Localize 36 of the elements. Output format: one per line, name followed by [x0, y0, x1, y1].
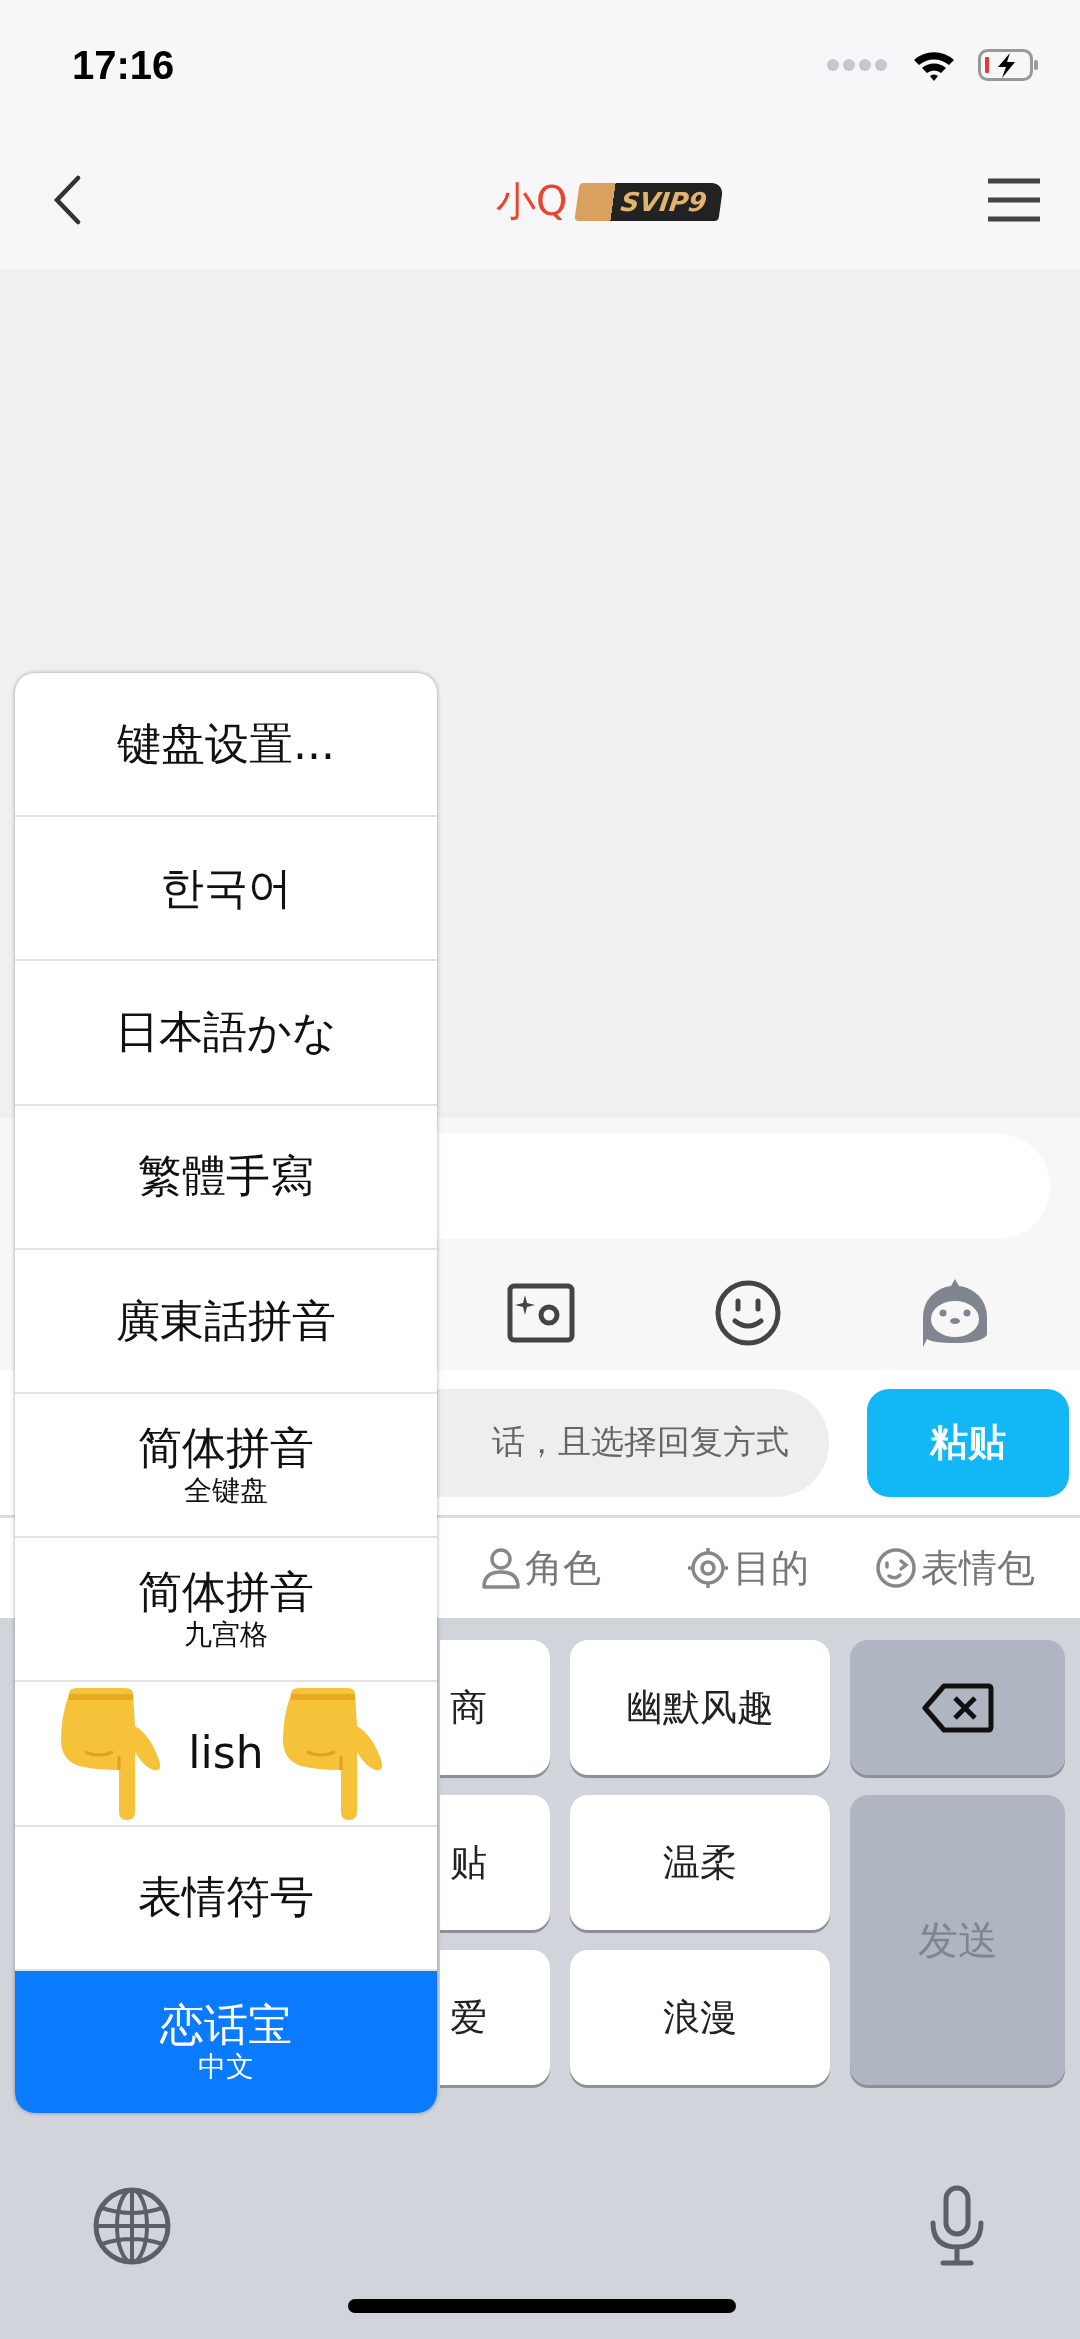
menu-item[interactable]: 恋话宝 中文	[15, 1970, 437, 2113]
keyboard-key[interactable]: 爱	[440, 1950, 550, 2085]
back-icon[interactable]	[52, 175, 82, 225]
menu-icon[interactable]	[986, 177, 1042, 223]
status-time: 17:16	[72, 42, 175, 88]
face-icon	[874, 1547, 917, 1589]
tab[interactable]: 目的	[686, 1542, 809, 1594]
menu-item[interactable]: 廣東話拼音	[15, 1249, 437, 1394]
tab[interactable]: 角色	[480, 1542, 601, 1594]
menu-item[interactable]: 繁體手寫	[15, 1105, 437, 1250]
menu-item[interactable]: 日本語かな	[15, 961, 437, 1106]
target-icon	[686, 1547, 729, 1589]
keyboard-key[interactable]: 幽默风趣	[570, 1640, 830, 1775]
tab[interactable]: 表情包	[874, 1542, 1035, 1594]
keyboard-key[interactable]: 商	[440, 1640, 550, 1775]
menu-item[interactable]: lish	[15, 1682, 437, 1827]
microphone-icon[interactable]	[929, 2185, 985, 2267]
chat-title: 小Q	[496, 177, 568, 226]
keyboard-key[interactable]: 浪漫	[570, 1950, 830, 2085]
signal-icon	[826, 58, 890, 72]
menu-item[interactable]: 键盘设置...	[15, 673, 437, 818]
battery-icon	[978, 49, 1040, 81]
backspace-key[interactable]	[850, 1640, 1065, 1775]
menu-item[interactable]: 简体拼音 九宫格	[15, 1538, 437, 1683]
keyboard-key[interactable]: 贴	[440, 1795, 550, 1930]
person-icon	[480, 1547, 521, 1589]
menu-item[interactable]: 한국어	[15, 817, 437, 962]
message-input[interactable]	[437, 1134, 1050, 1239]
vip-badge: SVIP9	[574, 182, 724, 221]
image-icon[interactable]	[506, 1282, 575, 1343]
globe-icon[interactable]	[92, 2186, 172, 2266]
backspace-icon	[921, 1681, 994, 1734]
keyboard-key[interactable]: 温柔	[570, 1795, 830, 1930]
reply-suggestion[interactable]: 话，且选择回复方式	[437, 1388, 829, 1497]
menu-item[interactable]: 简体拼音 全键盘	[15, 1394, 437, 1539]
smiley-icon[interactable]	[713, 1278, 782, 1347]
